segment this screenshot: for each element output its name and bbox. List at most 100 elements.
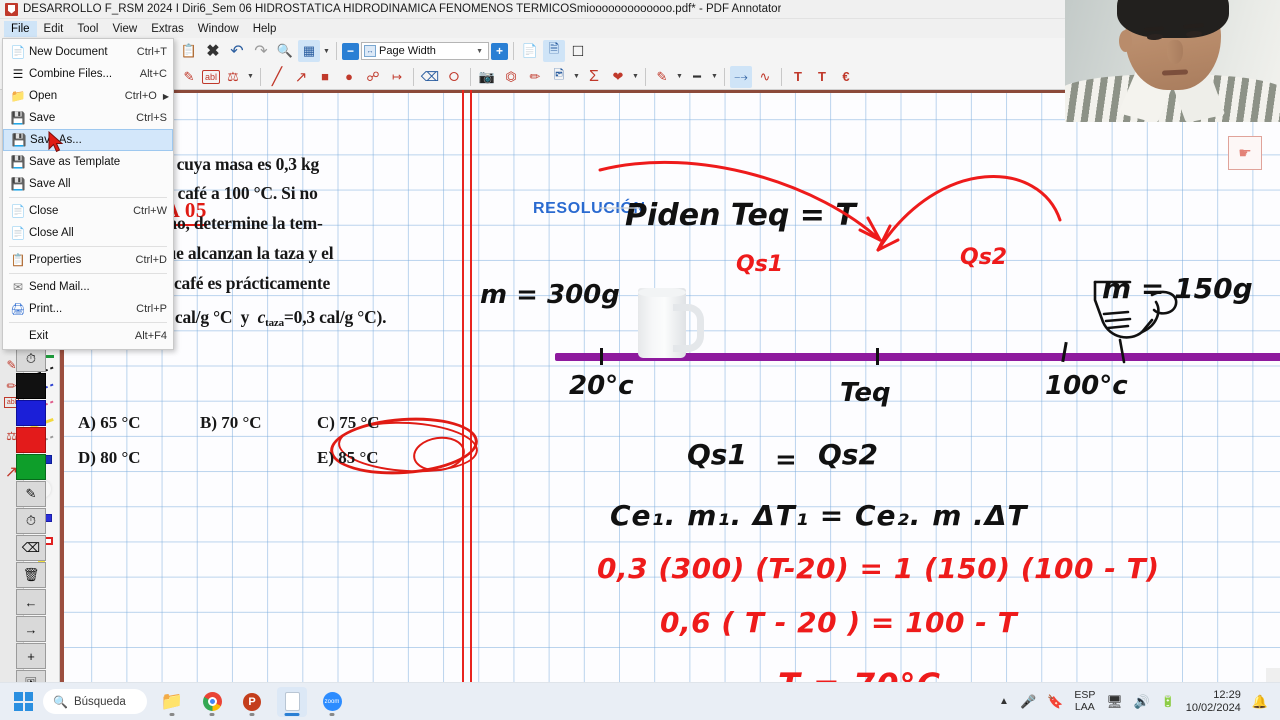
menu-item-label: Print... bbox=[29, 303, 63, 315]
stamp-icon[interactable]: ⚖ bbox=[222, 66, 244, 88]
redo-icon[interactable]: ↷ bbox=[250, 40, 272, 62]
clock[interactable]: 12:29 10/02/2024 bbox=[1186, 689, 1241, 714]
pen-color-caret[interactable]: ▼ bbox=[675, 66, 684, 88]
taskbar-app-zoom[interactable]: zoom bbox=[317, 687, 347, 717]
delete-x-icon[interactable]: ✖ bbox=[202, 40, 224, 62]
highlighter-icon[interactable]: ✏ bbox=[524, 66, 546, 88]
menu-edit[interactable]: Edit bbox=[37, 21, 71, 37]
document-canvas[interactable]: IA 05 a de cerámico cuya masa es 0,3 kg … bbox=[60, 90, 1280, 682]
mouse-cursor bbox=[48, 131, 64, 153]
menu-item-print[interactable]: 🖨 Print... Ctrl+P bbox=[3, 298, 173, 320]
black-swatch-icon[interactable] bbox=[16, 373, 46, 399]
menu-window[interactable]: Window bbox=[191, 21, 246, 37]
favorite-heart-icon[interactable]: ❤ bbox=[607, 66, 629, 88]
microphone-icon[interactable]: 🎤 bbox=[1020, 694, 1036, 710]
arrow-icon[interactable]: ↗ bbox=[290, 66, 312, 88]
snapshot-icon[interactable]: 📷 bbox=[476, 66, 498, 88]
battery-icon[interactable]: 🔋 bbox=[1161, 695, 1175, 708]
line-width-caret[interactable]: ▼ bbox=[710, 66, 719, 88]
taskbar-app-file-explorer[interactable]: 📁 bbox=[157, 687, 187, 717]
blue-swatch-icon[interactable] bbox=[16, 400, 46, 426]
app-running-dot bbox=[169, 713, 175, 716]
pen-icon[interactable]: ✎ bbox=[178, 66, 200, 88]
crop-icon[interactable]: ⏣ bbox=[500, 66, 522, 88]
freehand-icon[interactable]: ⤍ bbox=[730, 65, 752, 88]
taskbar-app-pdf-annotator[interactable] bbox=[277, 686, 307, 717]
ellipse-icon[interactable]: ● bbox=[338, 66, 360, 88]
file-menu-dropdown[interactable]: 📄 New Document Ctrl+T ☰ Combine Files...… bbox=[2, 38, 174, 350]
zoom-out-icon[interactable]: − bbox=[342, 42, 359, 60]
taskbar-app-powerpoint[interactable]: P bbox=[237, 687, 267, 717]
favorite-dropdown-caret[interactable]: ▼ bbox=[631, 66, 640, 88]
menu-item-close-all[interactable]: 📄 Close All bbox=[3, 222, 173, 244]
red-swatch-icon[interactable] bbox=[16, 427, 46, 453]
smooth-ink-icon[interactable]: ∿ bbox=[754, 66, 776, 88]
rectangle-icon[interactable]: ■ bbox=[314, 66, 336, 88]
menu-view[interactable]: View bbox=[105, 21, 144, 37]
search-input[interactable]: 🔍 Búsqueda bbox=[43, 689, 147, 714]
menu-item-properties[interactable]: 📋 Properties Ctrl+D bbox=[3, 249, 173, 271]
speaker-icon[interactable]: 🔊 bbox=[1134, 694, 1150, 710]
text-squiggle-icon[interactable]: T bbox=[811, 66, 833, 88]
plus-icon[interactable]: + bbox=[16, 643, 46, 669]
menu-item-combine-files[interactable]: ☰ Combine Files... Alt+C bbox=[3, 63, 173, 85]
menu-item-exit[interactable]: Exit Alt+F4 bbox=[3, 325, 173, 347]
menu-item-new-document[interactable]: 📄 New Document Ctrl+T bbox=[3, 41, 173, 63]
insert-image-icon[interactable]: 🖻 bbox=[548, 66, 570, 88]
pen-color-icon[interactable]: ✎ bbox=[651, 66, 673, 88]
windows-taskbar[interactable]: 🔍 Búsqueda 📁 P zoom ▲ 🎤 🔖 ESP LAA 🖥 🔊 🔋 … bbox=[0, 682, 1280, 720]
network-icon[interactable]: 🖥 bbox=[1106, 694, 1123, 710]
marker-icon[interactable]: ✎ bbox=[16, 481, 46, 507]
lasso-select-icon[interactable]: ⭘ bbox=[443, 66, 465, 88]
chevron-up-icon[interactable]: ▲ bbox=[999, 696, 1009, 707]
pointing-hand-icon[interactable]: ☛ bbox=[1228, 136, 1262, 170]
bell-icon[interactable]: 🔔 bbox=[1252, 694, 1268, 710]
undo-icon[interactable]: ↶ bbox=[226, 40, 248, 62]
thumbnails-icon[interactable]: ▦ bbox=[298, 40, 320, 62]
menu-tool[interactable]: Tool bbox=[70, 21, 105, 37]
webcam-video-overlay[interactable] bbox=[1065, 0, 1280, 122]
image-dropdown-caret[interactable]: ▼ bbox=[572, 66, 581, 88]
line-icon[interactable]: ╱ bbox=[266, 66, 288, 88]
chevron-down-icon[interactable]: ▼ bbox=[476, 48, 486, 55]
menu-extras[interactable]: Extras bbox=[144, 21, 191, 37]
timer-icon[interactable]: ⏱ bbox=[16, 508, 46, 534]
menu-item-save-all[interactable]: 💾 Save All bbox=[3, 173, 173, 195]
trash-icon[interactable]: 🗑 bbox=[16, 562, 46, 588]
back-arrow-icon[interactable]: ← bbox=[16, 589, 46, 615]
stamp-dropdown-caret[interactable]: ▼ bbox=[246, 66, 255, 88]
menu-item-close[interactable]: 📄 Close Ctrl+W bbox=[3, 200, 173, 222]
menu-file[interactable]: File bbox=[4, 20, 37, 37]
webcam-ear bbox=[1119, 30, 1132, 52]
eraser-icon[interactable]: ⌫ bbox=[419, 66, 441, 88]
measure-icon[interactable]: ↦ bbox=[386, 66, 408, 88]
paste-icon[interactable]: 📋 bbox=[178, 40, 200, 62]
windows-start-icon[interactable] bbox=[14, 692, 33, 711]
single-page-icon[interactable]: 📄 bbox=[519, 40, 541, 62]
thumbnails-dropdown-caret[interactable]: ▼ bbox=[322, 40, 331, 62]
menu-item-save-as[interactable]: 💾 Save As... bbox=[3, 129, 173, 151]
taskbar-app-google-chrome[interactable] bbox=[197, 687, 227, 717]
menu-item-save[interactable]: 💾 Save Ctrl+S bbox=[3, 107, 173, 129]
full-screen-icon[interactable]: □ bbox=[567, 40, 589, 62]
text-box-icon[interactable]: abl bbox=[202, 69, 220, 84]
language-indicator[interactable]: ESP LAA bbox=[1074, 690, 1095, 712]
polygon-icon[interactable]: ☍ bbox=[362, 66, 384, 88]
text-strikeout-icon[interactable]: € bbox=[835, 66, 857, 88]
line-width-icon[interactable]: ━ bbox=[686, 66, 708, 88]
menu-item-open[interactable]: 📁 Open Ctrl+O ▶ bbox=[3, 85, 173, 107]
pen-tray-icon[interactable]: 🔖 bbox=[1047, 694, 1063, 710]
find-icon[interactable]: 🔍 bbox=[274, 40, 296, 62]
zoom-level-select[interactable]: ↔ Page Width ▼ bbox=[361, 42, 489, 60]
zoom-in-icon[interactable]: + bbox=[491, 42, 508, 60]
forward-arrow-icon[interactable]: → bbox=[16, 616, 46, 642]
eraser-small-icon[interactable]: ⌫ bbox=[16, 535, 46, 561]
menu-item-send-mail[interactable]: ✉ Send Mail... bbox=[3, 276, 173, 298]
menu-help[interactable]: Help bbox=[246, 21, 284, 37]
menu-item-save-as-template[interactable]: 💾 Save as Template bbox=[3, 151, 173, 173]
formula-sigma-icon[interactable]: Σ bbox=[583, 66, 605, 88]
system-tray[interactable]: ▲ 🎤 🔖 ESP LAA 🖥 🔊 🔋 12:29 10/02/2024 🔔 bbox=[999, 689, 1280, 714]
text-underline-icon[interactable]: T bbox=[787, 66, 809, 88]
fit-page-icon[interactable]: 🗎 bbox=[543, 40, 565, 62]
green-swatch-icon[interactable] bbox=[16, 454, 46, 480]
